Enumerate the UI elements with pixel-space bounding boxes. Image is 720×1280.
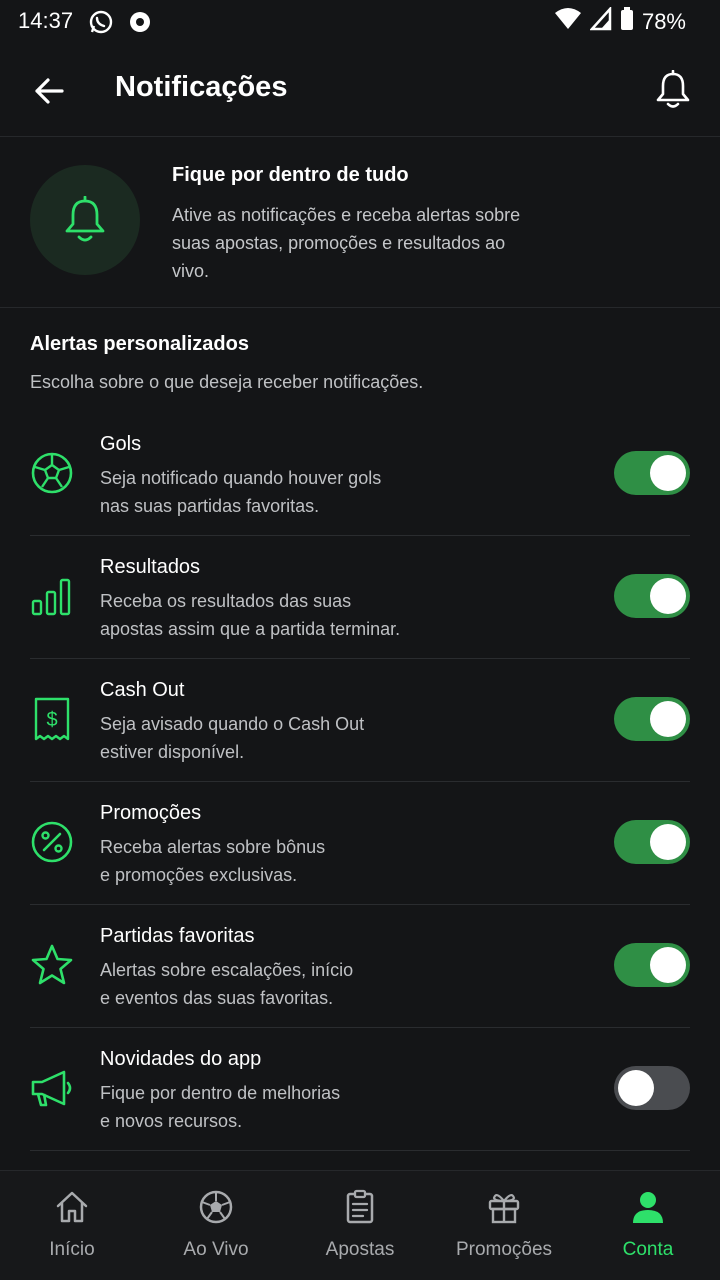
- section-subtitle: Escolha sobre o que deseja receber notif…: [30, 372, 424, 392]
- alert-row-partidas-favoritas: Partidas favoritas Alertas sobre escalaç…: [30, 905, 690, 1028]
- nav-label: Promoções: [455, 1239, 553, 1260]
- alert-desc-line: estiver disponível.: [100, 742, 245, 762]
- alert-desc-line: Seja notificado quando houver gols: [100, 468, 382, 488]
- nav-apostas[interactable]: Apostas: [288, 1171, 432, 1280]
- svg-text:$: $: [46, 709, 57, 731]
- toggle-knob: [618, 1070, 654, 1106]
- bell-icon: [65, 196, 105, 242]
- alerts-list: Gols Seja notificado quando houver gols …: [30, 413, 690, 1151]
- toggle-knob: [650, 824, 686, 860]
- toggle-knob: [650, 455, 686, 491]
- percent-icon: [30, 820, 74, 864]
- alert-desc-line: e eventos das suas favoritas.: [100, 988, 334, 1008]
- nav-label: Início: [49, 1239, 95, 1260]
- alert-description: Fique por dentro de melhorias e novos re…: [100, 1079, 460, 1135]
- home-icon: [56, 1191, 88, 1223]
- toggle-promocoes[interactable]: [614, 820, 690, 864]
- nav-label: Apostas: [325, 1239, 395, 1260]
- toggle-knob: [650, 947, 686, 983]
- user-icon: [633, 1192, 663, 1223]
- back-button[interactable]: [28, 70, 70, 112]
- alert-desc-line: Alertas sobre escalações, início: [100, 960, 354, 980]
- alert-description: Receba alertas sobre bônus e promoções e…: [100, 833, 460, 889]
- alert-desc-line: Fique por dentro de melhorias: [100, 1083, 341, 1103]
- alert-desc-line: e promoções exclusivas.: [100, 865, 298, 885]
- cash-receipt-icon: $: [30, 697, 74, 741]
- toggle-knob: [650, 578, 686, 614]
- alert-desc-line: apostas assim que a partida terminar.: [100, 619, 401, 639]
- alert-row-cash-out: $ Cash Out Seja avisado quando o Cash Ou…: [30, 659, 690, 782]
- section-title: Alertas personalizados: [30, 333, 249, 355]
- status-indicators: 78%: [554, 5, 686, 36]
- alert-row-resultados: Resultados Receba os resultados das suas…: [30, 536, 690, 659]
- alert-description: Seja avisado quando o Cash Out estiver d…: [100, 710, 460, 766]
- intro-text: Ative as notificações e receba alertas s…: [172, 205, 521, 281]
- bell-icon[interactable]: [654, 69, 692, 110]
- toggle-cash-out[interactable]: [614, 697, 690, 741]
- battery-icon: [620, 7, 634, 36]
- soccer-ball-icon: [199, 1190, 233, 1224]
- toggle-resultados[interactable]: [614, 574, 690, 618]
- toggle-novidades[interactable]: [614, 1066, 690, 1110]
- alert-description: Alertas sobre escalações, início e event…: [100, 956, 460, 1012]
- nav-label: Ao Vivo: [183, 1239, 249, 1260]
- gift-icon: [488, 1194, 520, 1224]
- soccer-ball-icon: [30, 451, 74, 495]
- alert-desc-line: Seja avisado quando o Cash Out: [100, 714, 365, 734]
- alert-desc-line: Receba alertas sobre bônus: [100, 837, 326, 857]
- alert-row-gols: Gols Seja notificado quando houver gols …: [30, 413, 690, 536]
- bar-chart-icon: [30, 574, 74, 618]
- alert-title: Novidades do app: [100, 1048, 262, 1070]
- bottom-nav: Início Ao Vivo Apostas Promoções Conta: [0, 1170, 720, 1280]
- cell-signal-icon: [589, 5, 612, 36]
- nav-ao-vivo[interactable]: Ao Vivo: [144, 1171, 288, 1280]
- alert-row-novidades: Novidades do app Fique por dentro de mel…: [30, 1028, 690, 1151]
- star-icon: [30, 943, 74, 987]
- toggle-partidas-favoritas[interactable]: [614, 943, 690, 987]
- nav-conta[interactable]: Conta: [576, 1171, 720, 1280]
- whatsapp-icon: [88, 9, 114, 35]
- alert-title: Resultados: [100, 556, 201, 578]
- alert-desc-line: e novos recursos.: [100, 1111, 243, 1131]
- alert-title: Promoções: [100, 802, 202, 824]
- intro-banner: Fique por dentro de tudo Ative as notifi…: [0, 137, 720, 308]
- status-bar: 14:37 78%: [0, 0, 720, 44]
- intro-title: Fique por dentro de tudo: [172, 164, 409, 186]
- toggle-gols[interactable]: [614, 451, 690, 495]
- status-time: 14:37: [18, 8, 74, 33]
- alert-title: Partidas favoritas: [100, 925, 255, 947]
- page-title: Notificações: [115, 71, 288, 103]
- record-icon: [127, 9, 153, 35]
- clipboard-icon: [346, 1189, 374, 1224]
- intro-bell-badge: [30, 165, 140, 275]
- nav-inicio[interactable]: Início: [0, 1171, 144, 1280]
- megaphone-icon: [30, 1066, 74, 1110]
- nav-label: Conta: [622, 1239, 674, 1260]
- alert-row-promocoes: Promoções Receba alertas sobre bônus e p…: [30, 782, 690, 905]
- wifi-icon: [554, 7, 582, 36]
- nav-promocoes[interactable]: Promoções: [432, 1171, 576, 1280]
- alert-description: Receba os resultados das suas apostas as…: [100, 587, 460, 643]
- alert-title: Gols: [100, 433, 142, 455]
- toggle-knob: [650, 701, 686, 737]
- alert-desc-line: nas suas partidas favoritas.: [100, 496, 320, 516]
- alert-desc-line: Receba os resultados das suas: [100, 591, 352, 611]
- alert-title: Cash Out: [100, 679, 185, 701]
- battery-percent: 78%: [641, 8, 686, 34]
- alert-description: Seja notificado quando houver gols nas s…: [100, 464, 460, 520]
- app-header: Notificações: [0, 44, 720, 137]
- notifications-screen: 14:37 78% Notificações Fique por dentro …: [0, 0, 720, 1280]
